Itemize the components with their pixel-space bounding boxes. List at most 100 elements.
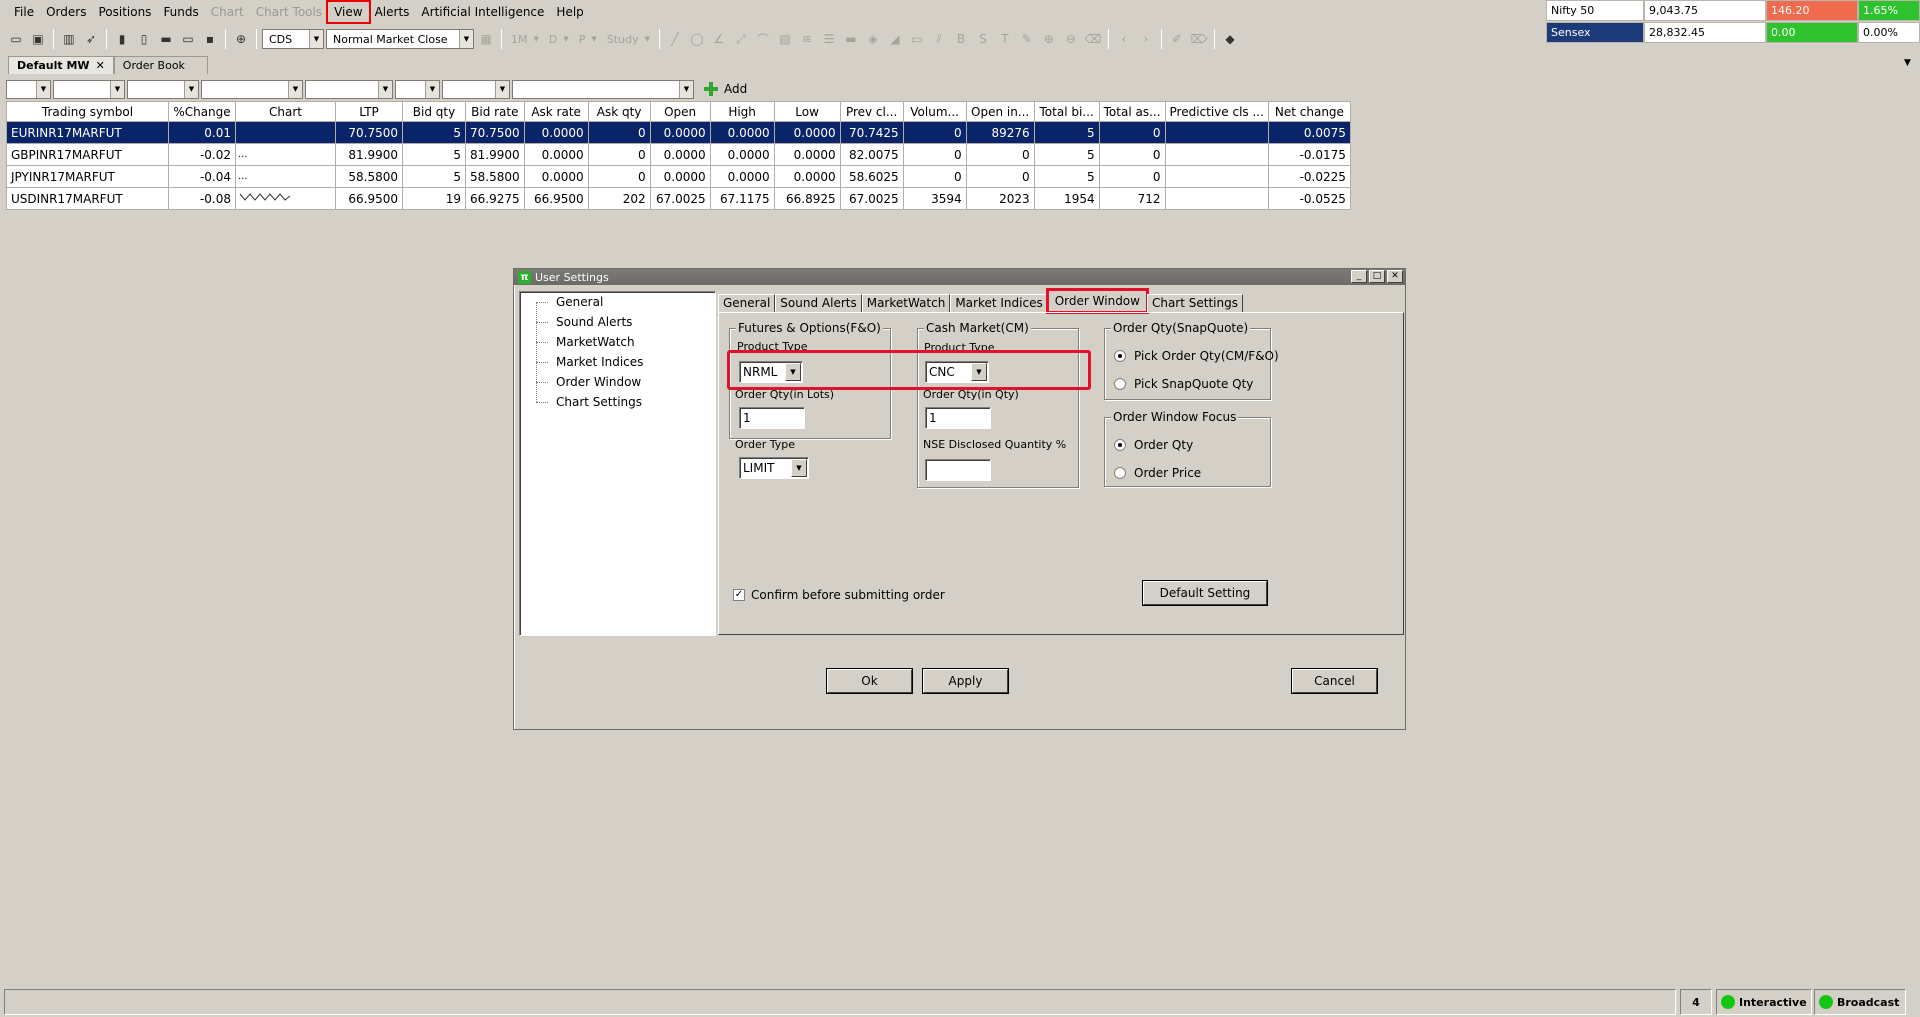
tab-marketwatch[interactable]: MarketWatch [861,294,951,312]
block-tool-icon[interactable]: ▬ [841,29,861,49]
window-icon[interactable]: ▭ [6,29,26,49]
tab-general[interactable]: General [718,294,776,312]
tab-default-mw[interactable]: Default MW ✕ [8,56,114,74]
line-tool-icon[interactable]: ╱ [665,29,685,49]
edit-icon[interactable]: ✐ [1167,29,1187,49]
tab-chart-settings[interactable]: Chart Settings [1146,294,1243,312]
table-cell[interactable]: 0.0000 [523,165,589,188]
table-cell[interactable]: 0 [1098,121,1166,144]
ellipse-tool-icon[interactable]: ◯ [687,29,707,49]
chevron-down-icon[interactable]: ▼ [425,80,439,98]
table-cell[interactable]: 0 [1098,165,1166,188]
table-cell[interactable]: 202 [587,187,651,210]
table-cell[interactable] [1164,187,1269,210]
pencil-icon[interactable]: ✎ [1017,29,1037,49]
menu-orders[interactable]: Orders [40,2,92,22]
column-header[interactable]: Bid qty [402,101,466,122]
table-cell[interactable]: 0.0000 [649,143,711,166]
briefcase-icon[interactable]: ▬ [156,29,176,49]
table-cell[interactable]: 0 [587,121,651,144]
table-cell[interactable]: 5 [1033,165,1100,188]
nse-disclosed-input[interactable] [925,459,991,481]
maximize-icon[interactable]: □ [1369,270,1385,283]
table-cell[interactable]: 0 [902,143,967,166]
save-icon[interactable]: ▣ [28,29,48,49]
table-cell[interactable]: 67.0025 [649,187,711,210]
table-cell[interactable]: 0.0075 [1267,121,1351,144]
menu-chart[interactable]: Chart [205,2,250,22]
ok-button[interactable]: Ok [827,669,912,693]
rocket-icon[interactable]: ➶ [81,29,101,49]
gann-tool-icon[interactable]: ▧ [775,29,795,49]
table-cell[interactable]: 0.0000 [773,165,841,188]
chevron-down-icon[interactable]: ▼ [495,80,509,98]
chevron-right-icon[interactable]: › [1136,29,1156,49]
chevron-down-icon[interactable]: ▼ [110,80,124,98]
table-cell[interactable]: 19 [402,187,466,210]
sell-tool-icon[interactable]: S [973,29,993,49]
table-cell[interactable]: 0 [1098,143,1166,166]
diamond-tool-icon[interactable]: ◈ [863,29,883,49]
table-cell[interactable]: 0.0000 [709,165,775,188]
chevron-down-icon[interactable]: ▼ [288,80,302,98]
cm-qty-input[interactable]: 1 [925,407,991,429]
column-header[interactable]: Total bi... [1033,101,1100,122]
radio-order-qty[interactable]: Order Qty [1114,438,1193,452]
menu-artificial-intelligence[interactable]: Artificial Intelligence [415,2,550,22]
lines-tool-icon[interactable]: ☰ [819,29,839,49]
tab-order-window[interactable]: Order Window [1045,288,1149,314]
rect-tool-icon[interactable]: ▭ [907,29,927,49]
table-cell[interactable]: 58.5800 [335,165,403,188]
filter-combo[interactable]: ▼ [442,79,510,99]
globe-icon[interactable]: ⊕ [231,29,251,49]
chevron-down-icon[interactable]: ▼ [791,459,807,477]
bar-chart-icon[interactable]: ▦ [476,29,496,49]
bag-icon[interactable]: ▪ [200,29,220,49]
tab-sound-alerts[interactable]: Sound Alerts [775,294,862,312]
menu-file[interactable]: File [8,2,40,22]
chevron-down-icon[interactable]: ▼ [459,30,473,48]
p-select[interactable]: P ▼ [575,33,601,46]
column-header[interactable]: Chart [235,101,336,122]
table-cell[interactable]: 712 [1098,187,1166,210]
filter-combo[interactable]: ▼ [201,79,303,99]
fo-qty-input[interactable]: 1 [739,407,805,429]
table-cell[interactable]: 5 [1033,143,1100,166]
column-header[interactable]: Ask rate [523,101,589,122]
column-header[interactable]: Open [649,101,711,122]
table-cell[interactable]: 0.01 [168,121,236,144]
eraser-icon[interactable]: ◆ [1220,29,1240,49]
clear-icon[interactable]: ⌦ [1189,29,1209,49]
table-cell[interactable] [1164,165,1269,188]
dialog-titlebar[interactable]: π User Settings _ □ ✕ [514,269,1405,285]
column-header[interactable]: Ask qty [587,101,651,122]
table-row[interactable]: JPYINR17MARFUT -0.04... 58.5800 5 58.5800 0.0… [6,165,1351,188]
column-header[interactable]: Volum... [902,101,967,122]
table-cell[interactable]: 0.0000 [709,121,775,144]
zoom-out-icon[interactable]: ⊖ [1061,29,1081,49]
table-cell[interactable]: 5 [1033,121,1100,144]
book-icon[interactable]: ▮ [112,29,132,49]
exchange-select[interactable]: CDS ▼ [262,29,324,49]
menu-positions[interactable]: Positions [92,2,157,22]
chart-bars-icon[interactable]: ▥ [59,29,79,49]
filter-combo[interactable]: ▼ [512,79,694,99]
table-cell[interactable]: 67.0025 [839,187,904,210]
book-open-icon[interactable]: ▯ [134,29,154,49]
tree-item-marketwatch[interactable]: MarketWatch [520,335,635,349]
add-button[interactable]: Add [704,82,747,96]
table-cell[interactable]: 0 [965,165,1035,188]
table-cell[interactable]: 66.8925 [773,187,841,210]
channel-tool-icon[interactable]: ⫽ [929,29,949,49]
trunk-icon[interactable]: ▭ [178,29,198,49]
study-select[interactable]: Study ▼ [603,33,654,46]
table-cell[interactable]: 82.0075 [839,143,904,166]
table-cell[interactable]: 0.0000 [773,143,841,166]
table-cell[interactable]: 81.9900 [465,143,525,166]
table-cell[interactable]: 0.0000 [773,121,841,144]
table-cell[interactable]: EURINR17MARFUT [6,121,169,144]
column-header[interactable]: High [709,101,775,122]
table-cell[interactable]: 0 [587,143,651,166]
table-cell[interactable]: 66.9500 [523,187,589,210]
table-cell[interactable]: 0.0000 [649,121,711,144]
